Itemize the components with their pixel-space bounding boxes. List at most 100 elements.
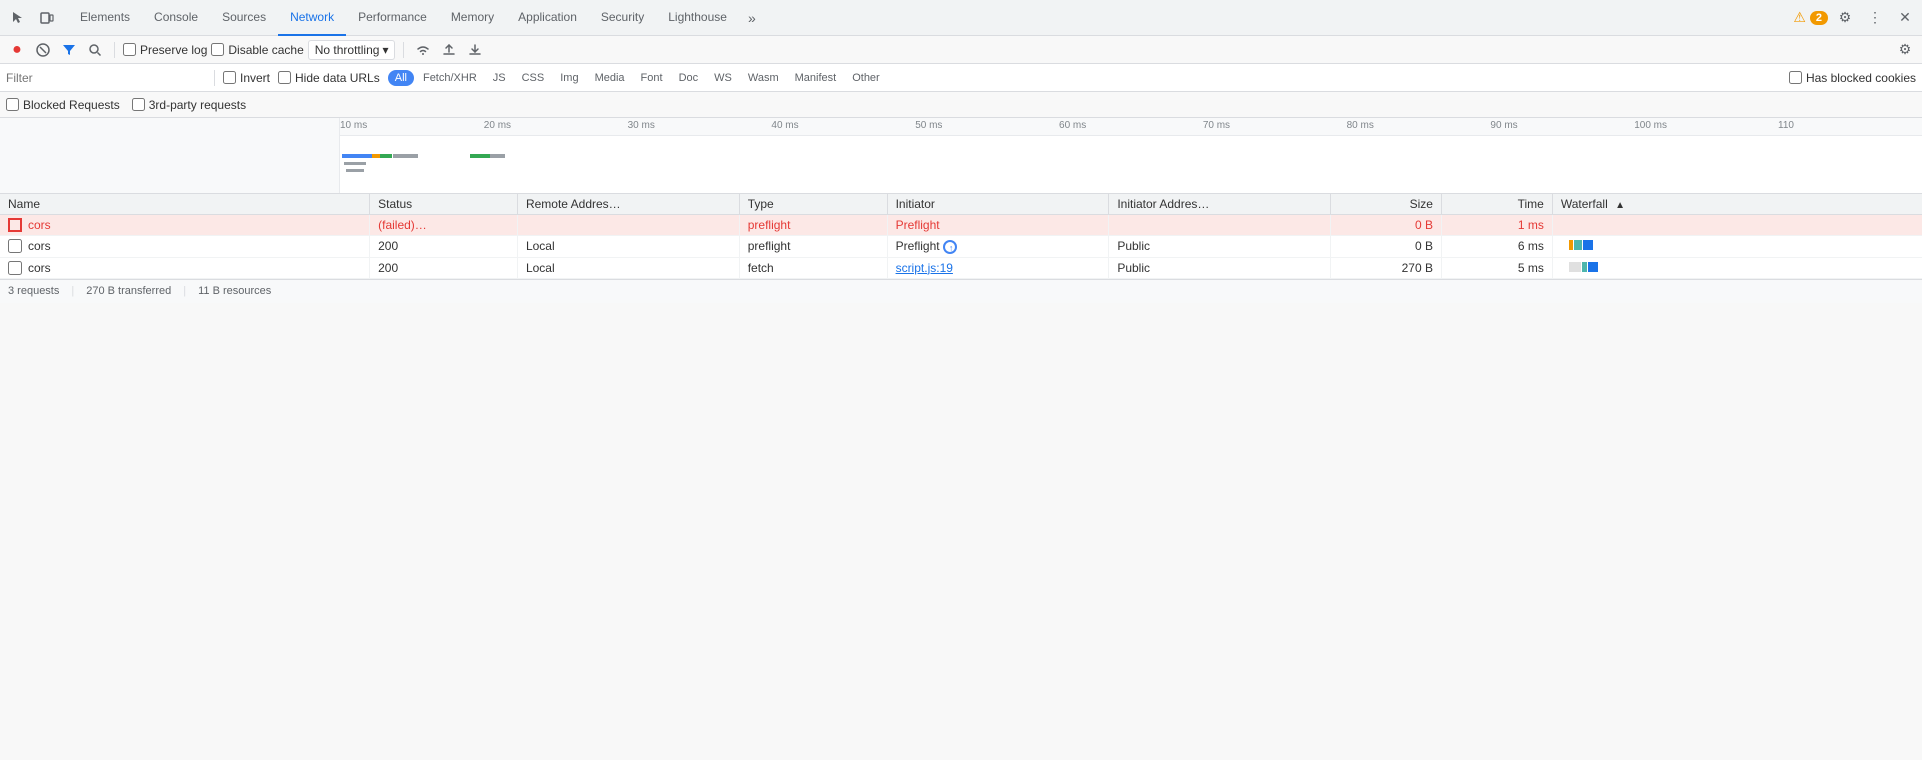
filter-bar: Invert Hide data URLs AllFetch/XHRJSCSSI… bbox=[0, 64, 1922, 92]
issues-badge[interactable]: ⚠ 2 bbox=[1793, 9, 1828, 26]
timeline-graph-area: 10 ms20 ms30 ms40 ms50 ms60 ms70 ms80 ms… bbox=[340, 118, 1922, 193]
more-options-icon[interactable]: ⋮ bbox=[1862, 5, 1888, 31]
tab-console[interactable]: Console bbox=[142, 0, 210, 36]
cell-remote-0 bbox=[517, 215, 739, 236]
ruler-tick-7: 80 ms bbox=[1347, 120, 1374, 131]
requests-table: Name Status Remote Addres… Type Initiato… bbox=[0, 194, 1922, 279]
filter-input[interactable] bbox=[6, 71, 206, 85]
col-status[interactable]: Status bbox=[370, 194, 518, 215]
cell-type-2: fetch bbox=[739, 257, 887, 278]
filter-type-other[interactable]: Other bbox=[845, 70, 887, 86]
has-blocked-cookies-input[interactable] bbox=[1789, 71, 1802, 84]
cell-name-text: cors bbox=[28, 239, 51, 253]
filter-type-doc[interactable]: Doc bbox=[672, 70, 706, 86]
third-party-input[interactable] bbox=[132, 98, 145, 111]
col-waterfall[interactable]: Waterfall ▲ bbox=[1552, 194, 1922, 215]
throttle-select[interactable]: No throttling ▾ bbox=[308, 40, 396, 60]
filter-type-all[interactable]: All bbox=[388, 70, 414, 86]
tab-network[interactable]: Network bbox=[278, 0, 346, 36]
timeline-bar-row3 bbox=[346, 169, 364, 172]
toolbar-divider-1 bbox=[114, 42, 115, 58]
table-header: Name Status Remote Addres… Type Initiato… bbox=[0, 194, 1922, 215]
filter-type-wasm[interactable]: Wasm bbox=[741, 70, 786, 86]
col-name[interactable]: Name bbox=[0, 194, 370, 215]
ruler-tick-2: 30 ms bbox=[628, 120, 655, 131]
tab-memory[interactable]: Memory bbox=[439, 0, 506, 36]
ruler-tick-5: 60 ms bbox=[1059, 120, 1086, 131]
ruler-tick-0: 10 ms bbox=[340, 120, 367, 131]
wf-blue bbox=[1583, 240, 1593, 250]
col-size[interactable]: Size bbox=[1331, 194, 1442, 215]
initiator-link[interactable]: script.js:19 bbox=[896, 261, 953, 275]
tab-lighthouse[interactable]: Lighthouse bbox=[656, 0, 739, 36]
preserve-log-checkbox[interactable]: Preserve log bbox=[123, 43, 207, 57]
cell-initiator-0: Preflight bbox=[887, 215, 1109, 236]
filter-type-font[interactable]: Font bbox=[634, 70, 670, 86]
invert-checkbox[interactable]: Invert bbox=[223, 71, 270, 85]
tab-application[interactable]: Application bbox=[506, 0, 589, 36]
hide-data-urls-input[interactable] bbox=[278, 71, 291, 84]
blocked-requests-checkbox[interactable]: Blocked Requests bbox=[6, 98, 120, 112]
device-toolbar-icon[interactable] bbox=[34, 5, 60, 31]
filter-type-fetch/xhr[interactable]: Fetch/XHR bbox=[416, 70, 484, 86]
invert-check-input[interactable] bbox=[223, 71, 236, 84]
ruler-tick-9: 100 ms bbox=[1634, 120, 1667, 131]
wifi-icon[interactable] bbox=[412, 39, 434, 61]
wf-teal2 bbox=[1582, 262, 1587, 272]
search-icon[interactable] bbox=[84, 39, 106, 61]
disable-cache-input[interactable] bbox=[211, 43, 224, 56]
tab-sources[interactable]: Sources bbox=[210, 0, 278, 36]
col-type[interactable]: Type bbox=[739, 194, 887, 215]
table-row[interactable]: cors200LocalpreflightPreflight ↑Public0 … bbox=[0, 236, 1922, 258]
tab-security[interactable]: Security bbox=[589, 0, 656, 36]
filter-type-media[interactable]: Media bbox=[588, 70, 632, 86]
row-checkbox-2[interactable] bbox=[8, 261, 22, 275]
row-checkbox-1[interactable] bbox=[8, 239, 22, 253]
close-devtools-button[interactable]: ✕ bbox=[1892, 5, 1918, 31]
issues-count: 2 bbox=[1810, 11, 1828, 25]
hide-data-urls-checkbox[interactable]: Hide data URLs bbox=[278, 71, 380, 85]
ruler-tick-4: 50 ms bbox=[915, 120, 942, 131]
filter-type-img[interactable]: Img bbox=[553, 70, 585, 86]
toolbar-divider-2 bbox=[403, 42, 404, 58]
filter-type-ws[interactable]: WS bbox=[707, 70, 739, 86]
third-party-checkbox[interactable]: 3rd-party requests bbox=[132, 98, 246, 112]
download-icon[interactable] bbox=[464, 39, 486, 61]
table-row[interactable]: cors(failed)…preflightPreflight0 B1 ms bbox=[0, 215, 1922, 236]
ruler-tick-8: 90 ms bbox=[1490, 120, 1517, 131]
warning-icon: ⚠ bbox=[1793, 9, 1806, 26]
timeline-bar-green2 bbox=[470, 154, 490, 158]
cursor-icon[interactable] bbox=[4, 5, 30, 31]
wf-gray bbox=[1569, 262, 1581, 272]
settings-icon[interactable]: ⚙ bbox=[1832, 5, 1858, 31]
filter-type-js[interactable]: JS bbox=[486, 70, 513, 86]
col-time[interactable]: Time bbox=[1441, 194, 1552, 215]
disable-cache-checkbox[interactable]: Disable cache bbox=[211, 43, 303, 57]
filter-type-css[interactable]: CSS bbox=[515, 70, 552, 86]
record-button[interactable]: ● bbox=[6, 39, 28, 61]
tab-performance[interactable]: Performance bbox=[346, 0, 439, 36]
upload-icon[interactable] bbox=[438, 39, 460, 61]
filter-divider-1 bbox=[214, 70, 215, 86]
devtools-icons bbox=[4, 5, 60, 31]
filter-icon[interactable] bbox=[58, 39, 80, 61]
timeline-bar-row2 bbox=[344, 162, 366, 165]
col-initiator[interactable]: Initiator bbox=[887, 194, 1109, 215]
requests-table-wrapper[interactable]: Name Status Remote Addres… Type Initiato… bbox=[0, 194, 1922, 279]
clear-button[interactable] bbox=[32, 39, 54, 61]
ruler-tick-3: 40 ms bbox=[771, 120, 798, 131]
filter-type-manifest[interactable]: Manifest bbox=[788, 70, 844, 86]
more-tabs-button[interactable]: » bbox=[739, 5, 765, 31]
blocked-requests-input[interactable] bbox=[6, 98, 19, 111]
wf-teal bbox=[1574, 240, 1582, 250]
preserve-log-input[interactable] bbox=[123, 43, 136, 56]
network-settings-icon[interactable]: ⚙ bbox=[1894, 39, 1916, 61]
table-row[interactable]: cors200Localfetchscript.js:19Public270 B… bbox=[0, 257, 1922, 278]
col-initiator-address[interactable]: Initiator Addres… bbox=[1109, 194, 1331, 215]
col-remote-address[interactable]: Remote Addres… bbox=[517, 194, 739, 215]
table-body: cors(failed)…preflightPreflight0 B1 msco… bbox=[0, 215, 1922, 279]
tab-elements[interactable]: Elements bbox=[68, 0, 142, 36]
cell-type-1: preflight bbox=[739, 236, 887, 258]
has-blocked-cookies-checkbox[interactable]: Has blocked cookies bbox=[1789, 71, 1916, 85]
timeline-left-spacer bbox=[0, 118, 340, 193]
